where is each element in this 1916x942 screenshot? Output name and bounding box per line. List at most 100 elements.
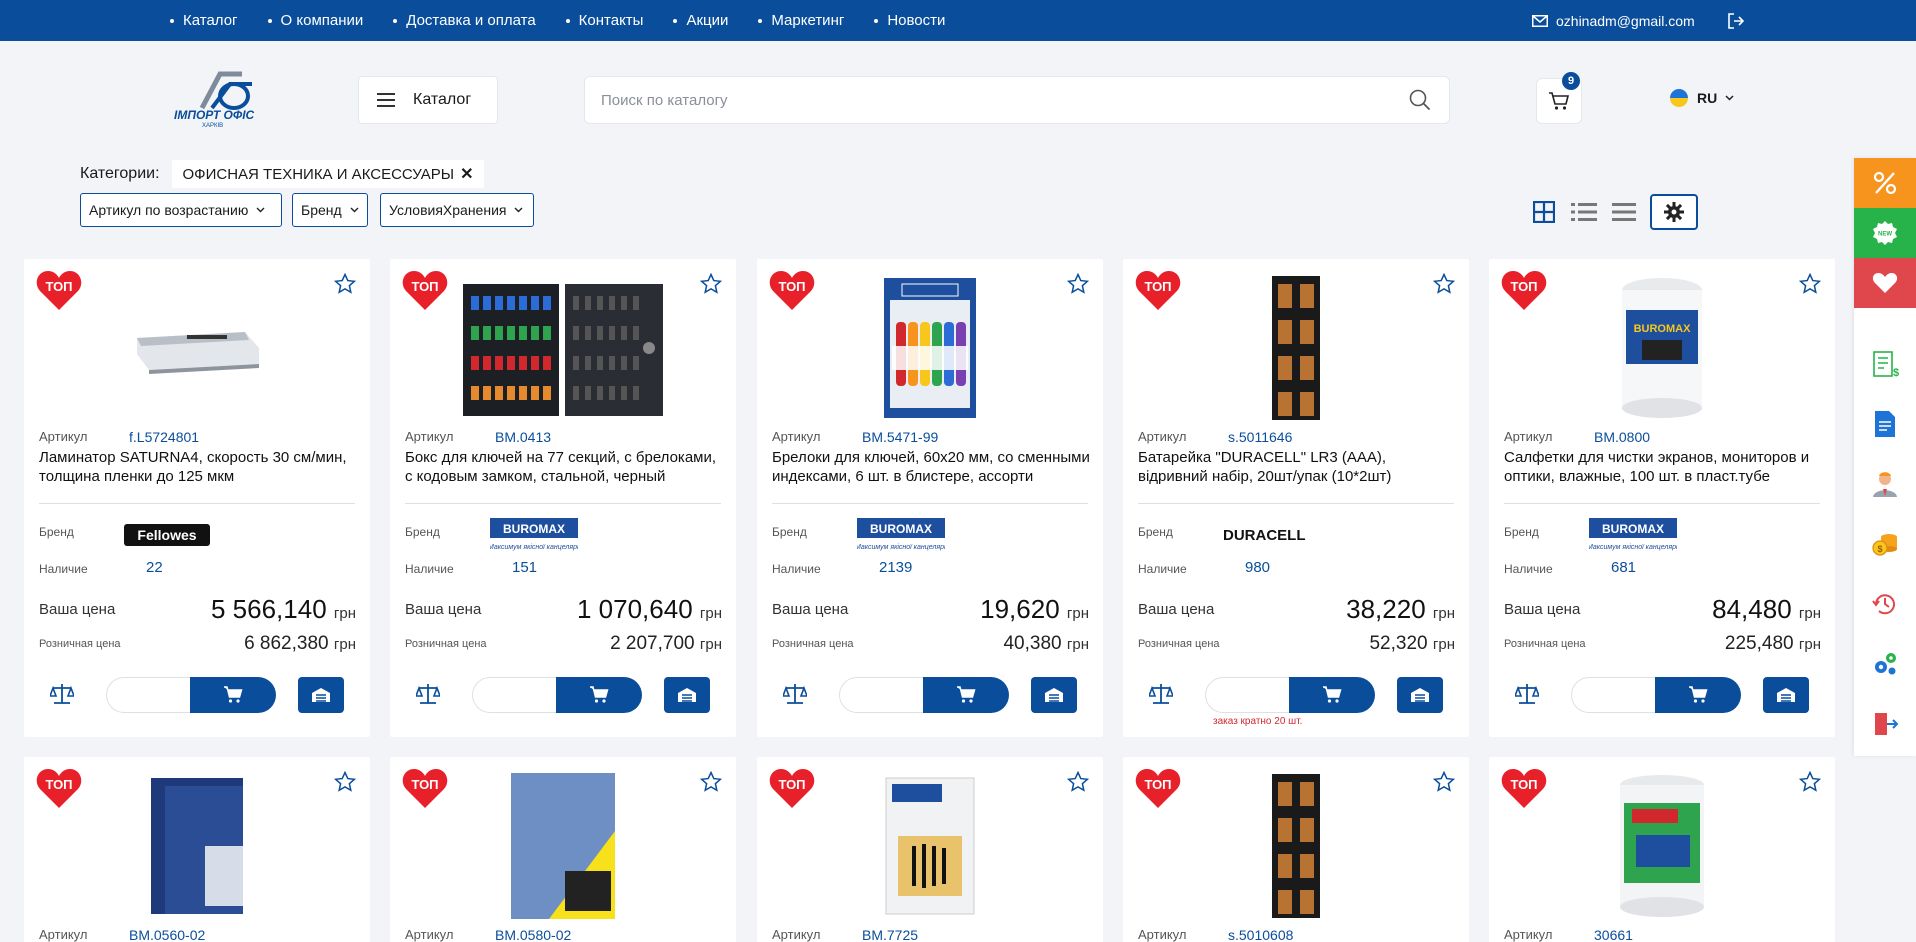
your-price-label: Ваша цена [39,601,116,618]
svg-text:$: $ [1893,367,1899,378]
new-items-button[interactable]: NEW [1854,208,1916,258]
warehouse-button[interactable] [1763,677,1809,713]
product-image[interactable] [390,273,736,423]
warehouse-button[interactable] [298,677,344,713]
quantity-input[interactable] [1571,677,1655,713]
favorites-button[interactable] [1854,258,1916,308]
article-label: Артикул [772,927,821,942]
ukraine-flag-icon [1670,89,1688,107]
grid-view-icon[interactable] [1530,198,1558,226]
settings-gears-icon[interactable] [1854,634,1916,694]
brand-label: Бренд [772,525,807,539]
history-icon[interactable] [1854,574,1916,634]
new-badge-icon: NEW [1873,221,1897,245]
card-actions [24,677,370,713]
cart-button[interactable]: 9 [1536,72,1582,124]
side-panel: NEW $ $ [1854,158,1916,756]
article-value[interactable]: BM.0580-02 [495,927,571,942]
add-to-cart-button[interactable] [923,677,1009,713]
product-image[interactable] [1123,771,1469,921]
brand-select[interactable]: Бренд [292,193,368,227]
add-to-cart-button[interactable] [1289,677,1375,713]
warehouse-button[interactable] [664,677,710,713]
product-image[interactable] [757,273,1103,423]
nav-item-contacts[interactable]: Контакты [565,12,643,29]
nav-item-promotions[interactable]: Акции [673,12,728,29]
product-title[interactable]: Салфетки для чистки экранов, мониторов и… [1504,448,1824,486]
add-to-cart-button[interactable] [190,677,276,713]
product-title[interactable]: Батарейка "DURACELL" LR3 (AAA), відривни… [1138,448,1458,486]
product-image[interactable] [390,771,736,921]
article-label: Артикул [1504,429,1553,444]
manager-icon[interactable] [1854,454,1916,514]
nav-item-about[interactable]: О компании [267,12,363,29]
add-to-cart-button[interactable] [1655,677,1741,713]
language-selector[interactable]: RU [1670,89,1734,107]
nav-item-marketing[interactable]: Маркетинг [758,12,844,29]
retail-price-value: 40,380 грн [1003,633,1089,655]
article-value[interactable]: BM.0413 [495,429,551,445]
article-value[interactable]: s.5010608 [1228,927,1293,942]
article-value[interactable]: 30661 [1594,927,1633,942]
quantity-input[interactable] [106,677,190,713]
product-image[interactable] [757,771,1103,921]
discount-button[interactable] [1854,158,1916,208]
product-card: ТОП Артикул s.5011646 Батарейка "DURACEL… [1123,259,1469,737]
storage-select[interactable]: УсловияХранения [380,193,534,227]
exit-icon[interactable] [1854,694,1916,754]
compare-icon[interactable] [416,683,440,705]
compare-icon[interactable] [1149,683,1173,705]
nav-item-news[interactable]: Новости [874,12,945,29]
brand-label: Бренд [405,525,440,539]
bonus-coins-icon[interactable]: $ [1854,514,1916,574]
product-card: ТОП Артикул 30661 [1489,757,1835,942]
settings-button[interactable] [1650,194,1698,230]
product-image[interactable] [1123,273,1469,423]
add-to-cart-button[interactable] [556,677,642,713]
email-link[interactable]: ozhinadm@gmail.com [1532,0,1695,41]
quantity-input[interactable] [1205,677,1289,713]
currency: грн [333,636,356,653]
product-title[interactable]: Ламинатор SATURNA4, скорость 30 см/мин, … [39,448,359,486]
compare-icon[interactable] [1515,683,1539,705]
article-value[interactable]: f.L5724801 [129,429,199,445]
quantity-input[interactable] [472,677,556,713]
sort-select[interactable]: Артикул по возрастанию [80,193,282,227]
quantity-input[interactable] [839,677,923,713]
warehouse-button[interactable] [1031,677,1077,713]
article-value[interactable]: BM.7725 [862,927,918,942]
article-value[interactable]: BM.0560-02 [129,927,205,942]
article-value[interactable]: BM.0800 [1594,429,1650,445]
retail-price-number: 52,320 [1369,633,1428,654]
warehouse-icon [1411,688,1429,702]
product-image[interactable]: BUROMAX [1489,273,1835,423]
svg-text:ХАРКІВ: ХАРКІВ [202,123,223,128]
warehouse-button[interactable] [1397,677,1443,713]
logo[interactable]: ІМПОРТ ОФІС ХАРКІВ [172,70,272,129]
product-image[interactable] [24,273,370,423]
nav-item-catalog[interactable]: Каталог [170,12,238,29]
nav-label: Новости [887,12,946,29]
article-label: Артикул [1138,927,1187,942]
search-input[interactable] [585,77,1345,123]
compact-list-icon[interactable] [1610,198,1638,226]
product-title[interactable]: Бокс для ключей на 77 секций, с брелокам… [405,448,725,486]
compare-icon[interactable] [50,683,74,705]
price-value: 38,220 грн [1346,594,1455,625]
search-icon[interactable] [1409,89,1431,111]
order-multiple-note: заказ кратно 20 шт. [1213,716,1303,727]
logout-icon[interactable] [1727,12,1745,35]
article-value[interactable]: s.5011646 [1228,429,1292,445]
list-view-icon[interactable] [1570,198,1598,226]
product-image[interactable] [24,771,370,921]
nav-item-delivery[interactable]: Доставка и оплата [393,12,536,29]
price-list-icon[interactable]: $ [1854,334,1916,394]
svg-text:Максимум якісної канцелярії: Максимум якісної канцелярії [490,543,578,551]
compare-icon[interactable] [783,683,807,705]
product-title[interactable]: Брелоки для ключей, 60x20 мм, со сменным… [772,448,1092,486]
document-icon[interactable] [1854,394,1916,454]
article-value[interactable]: BM.5471-99 [862,429,938,445]
close-icon[interactable]: ✕ [460,164,473,184]
product-image[interactable] [1489,771,1835,921]
catalog-button[interactable]: Каталог [358,76,498,124]
